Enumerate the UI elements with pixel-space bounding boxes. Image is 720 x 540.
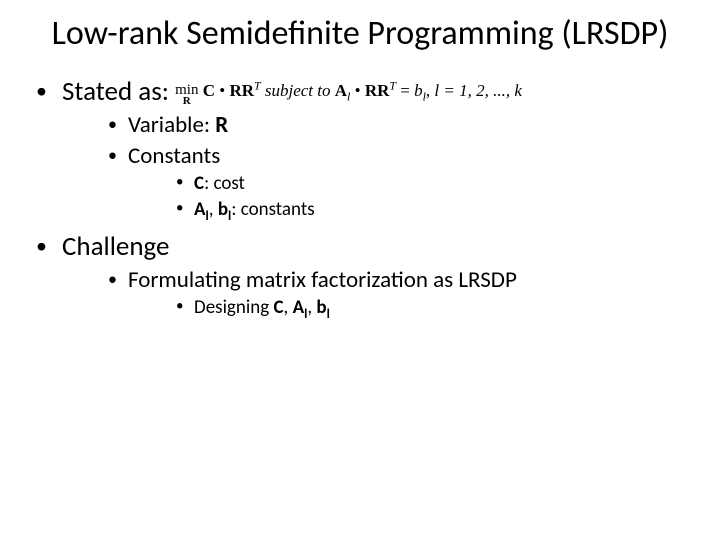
formula-C: C: [203, 81, 215, 100]
cost-C: C: [194, 172, 204, 195]
formula-b: b: [414, 81, 423, 100]
formula-dot-2: •: [350, 81, 364, 100]
formula-T-1: T: [254, 79, 261, 93]
const-b: b: [218, 198, 228, 221]
formula-RR-2: RR: [365, 81, 390, 100]
bullet-c-cost: C: cost: [168, 172, 684, 196]
const-sep: ,: [209, 198, 218, 221]
bullet-designing: Designing C, Al, bl: [168, 296, 684, 320]
formulating-text: Formulating matrix factorization as LRSD…: [128, 266, 517, 294]
const-A: A: [194, 198, 206, 221]
bullet-list-lvl2-a: Variable: R Constants C: cost Al, bl: co…: [102, 111, 684, 222]
formula-eq: =: [396, 81, 414, 100]
designing-pre: Designing: [194, 296, 273, 319]
cost-text: : cost: [204, 172, 245, 195]
designing-b-sub-l: l: [327, 305, 330, 322]
variable-label: Variable:: [128, 111, 215, 139]
bullet-list-lvl3-b: Designing C, Al, bl: [168, 296, 684, 320]
slide-title: Low-rank Semidefinite Programming (LRSDP…: [36, 14, 684, 53]
bullet-formulating: Formulating matrix factorization as LRSD…: [102, 266, 684, 321]
designing-b: b: [316, 296, 326, 319]
formula-l-range: l = 1, 2, ..., k: [434, 81, 522, 100]
stated-as-text: Stated as:: [62, 75, 169, 108]
min-over-R: min R: [175, 84, 198, 107]
challenge-label: Challenge: [62, 230, 169, 263]
bullet-stated-as: Stated as: min R C • RRT subject to Al •…: [36, 75, 684, 222]
designing-A: A: [293, 296, 305, 319]
formula-dot-1: •: [215, 81, 229, 100]
slide: Low-rank Semidefinite Programming (LRSDP…: [0, 0, 720, 540]
bullet-challenge: Challenge Formulating matrix factorizati…: [36, 230, 684, 320]
bullet-list-lvl1: Stated as: min R C • RRT subject to Al •…: [36, 75, 684, 320]
bullet-list-lvl2-b: Formulating matrix factorization as LRSD…: [102, 266, 684, 321]
formula-A: A: [335, 81, 347, 100]
lrsdp-formula: min R C • RRT subject to Al • RRT = bl, …: [175, 81, 522, 100]
bullet-list-lvl3-a: C: cost Al, bl: constants: [168, 172, 684, 222]
formula-T-2: T: [389, 79, 396, 93]
min-subscript-R: R: [175, 97, 198, 107]
constants-label: Constants: [128, 142, 220, 170]
variable-R: R: [215, 111, 228, 139]
const-text: : constants: [231, 198, 314, 221]
bullet-variable: Variable: R: [102, 111, 684, 140]
designing-sep1: ,: [284, 296, 293, 319]
bullet-constants: Constants C: cost Al, bl: constants: [102, 142, 684, 222]
formula-RR-1: RR: [229, 81, 254, 100]
bullet-al-bl-constants: Al, bl: constants: [168, 198, 684, 222]
designing-C: C: [273, 296, 283, 319]
formula-subject-to: subject to: [261, 81, 335, 100]
